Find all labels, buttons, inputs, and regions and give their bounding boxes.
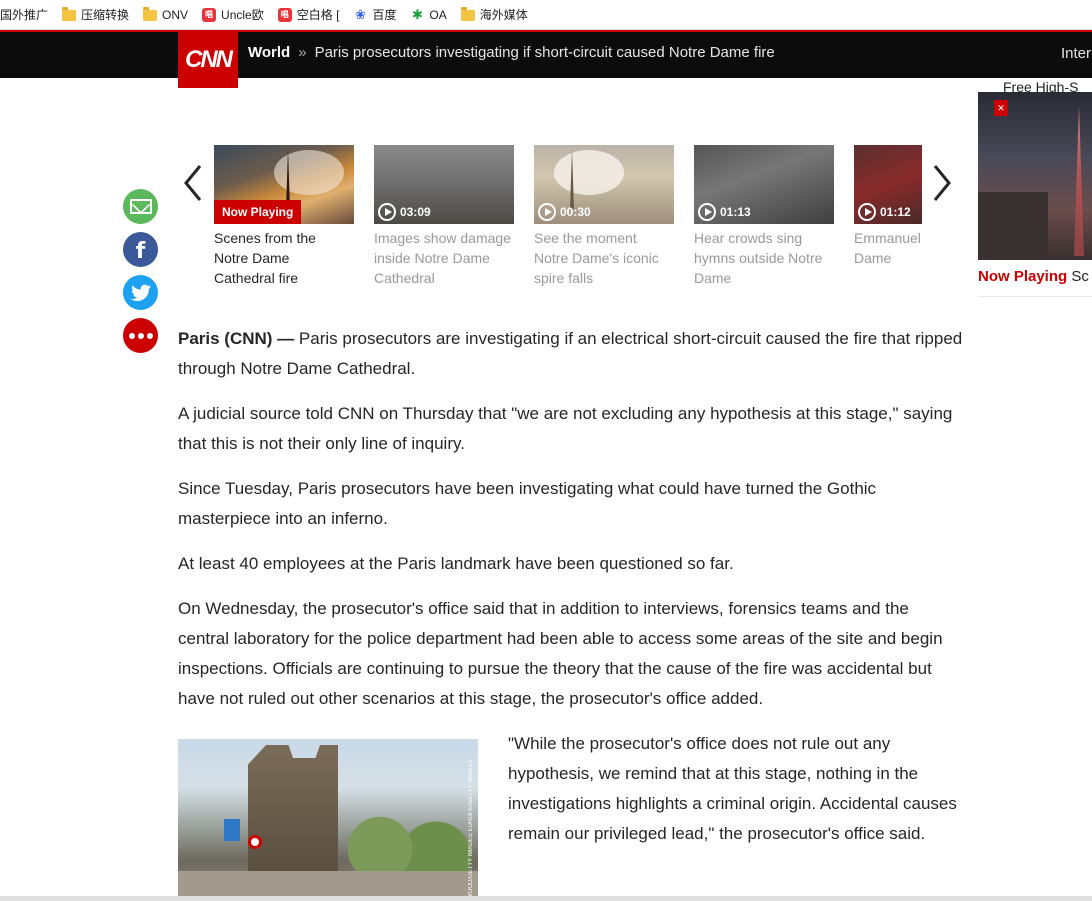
facebook-icon: f [135, 239, 146, 264]
play-icon [858, 203, 876, 221]
bookmark-label: OA [429, 7, 447, 22]
video-thumbnail[interactable]: 00:30 [534, 145, 674, 224]
carousel-item[interactable]: 01:13 Hear crowds sing hymns outside Not… [694, 145, 834, 288]
bookmark-label: Uncle欧 [221, 8, 264, 22]
bike-sign-icon [224, 819, 240, 841]
article-quote: "While the prosecutor's office does not … [508, 734, 957, 843]
bookmark-item[interactable]: 唱空白格 [ [277, 0, 340, 29]
play-icon [698, 203, 716, 221]
duration-badge: 01:12 [858, 203, 911, 221]
close-icon[interactable]: ✕ [994, 100, 1008, 116]
bookmark-label: 国外推广 [0, 8, 49, 22]
duration-text: 01:12 [880, 205, 911, 219]
oa-icon: ✱ [411, 6, 423, 22]
twitter-icon [130, 284, 151, 301]
duration-badge: 01:13 [698, 203, 751, 221]
headline-crumb: Paris prosecutors investigating if short… [314, 44, 775, 61]
folder-icon [62, 7, 77, 21]
no-entry-sign-icon [248, 835, 262, 849]
now-playing-badge: Now Playing [214, 200, 302, 224]
share-more-button[interactable] [123, 318, 158, 353]
duration-text: 00:30 [560, 205, 591, 219]
section-link[interactable]: World [248, 44, 290, 61]
video-caption[interactable]: Emmanuel We will reb Dame [854, 228, 922, 268]
bookmark-item[interactable]: ✱ OA [410, 0, 447, 29]
share-facebook-button[interactable]: f [123, 232, 158, 267]
video-thumbnail[interactable]: 01:13 [694, 145, 834, 224]
carousel-prev-button[interactable] [180, 163, 206, 203]
bookmark-item[interactable]: ❀ 百度 [353, 0, 397, 29]
thumbnail-image [1074, 106, 1084, 256]
bookmarks-bar: 国外推广 压缩转换 ONV 唱 Uncle欧 唱空白格 [ ❀ 百度 ✱ OA 海外媒… [0, 0, 1092, 30]
cnn-logo[interactable]: CNN [178, 31, 238, 88]
bookmark-item[interactable]: 压缩转换 [62, 0, 130, 29]
nav-link-international[interactable]: Inter [1061, 45, 1091, 62]
bookmark-item[interactable]: 海外媒体 [460, 0, 528, 29]
carousel-item[interactable]: 00:30 See the moment Notre Dame's iconic… [534, 145, 674, 288]
play-icon [378, 203, 396, 221]
play-icon [538, 203, 556, 221]
bookmark-label: ONV [162, 7, 189, 22]
article-paragraph: At least 40 employees at the Paris landm… [178, 554, 734, 573]
carousel-next-button[interactable] [929, 163, 955, 203]
window-bottom-edge [0, 896, 1092, 901]
share-twitter-button[interactable] [123, 275, 158, 310]
video-caption[interactable]: Scenes from the Notre Dame Cathedral fir… [214, 228, 354, 288]
bookmark-label: 压缩转换 [81, 8, 130, 22]
bookmark-label: 海外媒体 [479, 8, 528, 22]
duration-text: 03:09 [400, 205, 431, 219]
bookmark-item[interactable]: 国外推广 [0, 0, 49, 29]
bookmark-item[interactable]: 唱 Uncle欧 [202, 0, 264, 29]
share-email-button[interactable] [123, 189, 158, 224]
breadcrumb: World » Paris prosecutors investigating … [248, 44, 775, 61]
rail-video-thumbnail[interactable]: ✕ [978, 92, 1092, 260]
carousel-item[interactable]: Now Playing Scenes from the Notre Dame C… [214, 145, 354, 288]
article-body: Paris (CNN) — Paris prosecutors are inve… [178, 324, 963, 729]
weibo-icon: 唱 [277, 7, 292, 22]
breadcrumb-separator: » [298, 44, 307, 61]
article-photo[interactable]: WOOD/GETTY IMAGES EUROPE/GETTY IMAGES [178, 739, 478, 901]
baidu-paw-icon: ❀ [354, 6, 366, 22]
more-icon [128, 332, 153, 339]
bookmark-label: 百度 [372, 8, 397, 22]
duration-badge: 03:09 [378, 203, 431, 221]
divider [978, 296, 1092, 297]
video-caption[interactable]: Hear crowds sing hymns outside Notre Dam… [694, 228, 834, 288]
folder-icon [143, 7, 158, 21]
video-thumbnail[interactable]: 01:12 [854, 145, 922, 224]
dateline: Paris (CNN) — [178, 329, 295, 348]
now-playing-title: Sc [1071, 268, 1089, 285]
carousel-item[interactable]: 03:09 Images show damage inside Notre Da… [374, 145, 514, 288]
bookmark-label: 空白格 [ [296, 8, 340, 22]
cathedral-image [248, 745, 338, 875]
paragraph-text: Paris prosecutors are investigating if a… [178, 329, 963, 378]
folder-icon [460, 7, 475, 21]
duration-text: 01:13 [720, 205, 751, 219]
article-paragraph: Paris (CNN) — Paris prosecutors are inve… [178, 324, 963, 384]
carousel-item[interactable]: 01:12 Emmanuel We will reb Dame [854, 145, 922, 268]
duration-badge: 00:30 [538, 203, 591, 221]
thumbnail-image [978, 192, 1048, 260]
article-paragraph: A judicial source told CNN on Thursday t… [178, 404, 953, 453]
chevron-right-icon [933, 165, 951, 201]
bookmark-item[interactable]: ONV [143, 0, 189, 29]
now-playing-label: Now Playing [978, 268, 1068, 285]
chevron-left-icon [184, 165, 202, 201]
video-carousel: Now Playing Scenes from the Notre Dame C… [214, 145, 922, 295]
article-paragraph: Since Tuesday, Paris prosecutors have be… [178, 479, 877, 528]
weibo-icon: 唱 [202, 7, 217, 22]
thumbnail-image [274, 150, 344, 195]
email-icon [129, 199, 152, 214]
photo-credit: WOOD/GETTY IMAGES EUROPE/GETTY IMAGES [468, 759, 474, 899]
video-caption[interactable]: See the moment Notre Dame's iconic spire… [534, 228, 674, 288]
video-thumbnail[interactable]: Now Playing [214, 145, 354, 224]
thumbnail-image [554, 150, 624, 195]
video-thumbnail[interactable]: 03:09 [374, 145, 514, 224]
article-paragraph: On Wednesday, the prosecutor's office sa… [178, 599, 943, 708]
rail-now-playing[interactable]: Now Playing Sc [978, 268, 1089, 285]
video-caption[interactable]: Images show damage inside Notre Dame Cat… [374, 228, 514, 288]
